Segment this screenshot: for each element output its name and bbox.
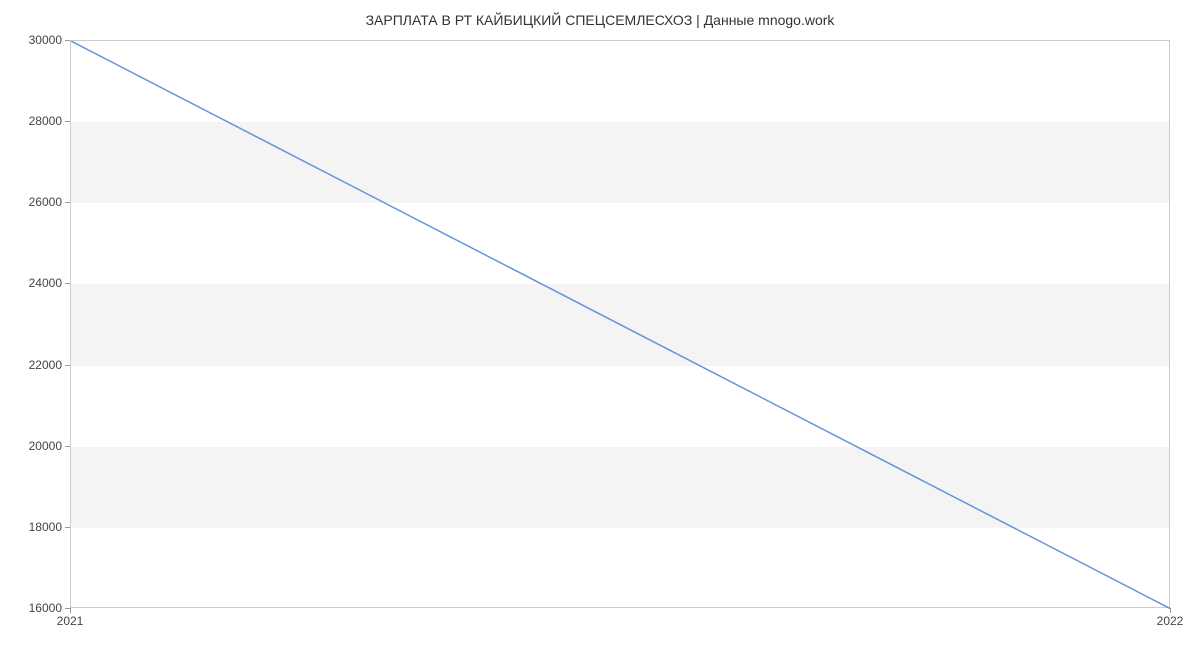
y-tick-mark <box>65 446 70 447</box>
y-tick-label: 20000 <box>12 439 62 453</box>
line-chart <box>71 41 1171 609</box>
y-tick-label: 16000 <box>12 601 62 615</box>
y-tick-mark <box>65 40 70 41</box>
chart-container: 1600018000200002200024000260002800030000… <box>70 40 1170 608</box>
x-tick-label: 2022 <box>1157 614 1184 628</box>
y-tick-label: 18000 <box>12 520 62 534</box>
x-tick-label: 2021 <box>57 614 84 628</box>
x-tick-mark <box>70 608 71 613</box>
y-tick-label: 28000 <box>12 114 62 128</box>
y-tick-mark <box>65 121 70 122</box>
x-tick-mark <box>1170 608 1171 613</box>
y-tick-label: 24000 <box>12 276 62 290</box>
y-tick-mark <box>65 365 70 366</box>
y-tick-label: 26000 <box>12 195 62 209</box>
y-tick-mark <box>65 527 70 528</box>
y-tick-mark <box>65 202 70 203</box>
y-tick-label: 22000 <box>12 358 62 372</box>
chart-title: ЗАРПЛАТА В РТ КАЙБИЦКИЙ СПЕЦСЕМЛЕСХОЗ | … <box>0 0 1200 36</box>
plot-area <box>70 40 1170 608</box>
y-tick-mark <box>65 283 70 284</box>
y-tick-label: 30000 <box>12 33 62 47</box>
